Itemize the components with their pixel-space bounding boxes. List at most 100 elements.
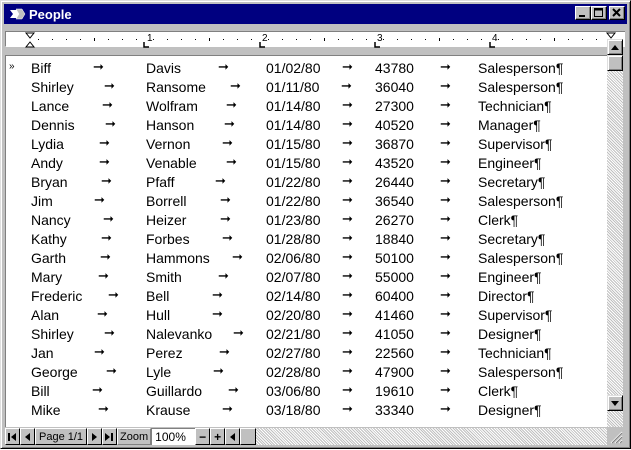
tab-arrow-icon: ➞ <box>342 173 353 188</box>
last-name-cell: Pfaff <box>146 174 175 190</box>
tab-arrow-icon: ➞ <box>342 154 353 169</box>
table-row[interactable]: Shirley ➞ Nalevanko ➞ 02/21/80 ➞ 41050 ➞ Designe… <box>6 325 606 344</box>
table-row[interactable]: Shirley ➞ Ransome ➞ 01/11/80 ➞ 36040 ➞ Salespers… <box>6 78 606 97</box>
first-name-cell: Mary <box>31 269 63 285</box>
tab-arrow-icon: ➞ <box>440 363 451 378</box>
app-icon <box>8 6 26 22</box>
tab-arrow-icon: ➞ <box>93 59 104 74</box>
scroll-left-button[interactable] <box>225 428 241 445</box>
job-title-cell: Clerk¶ <box>478 212 519 228</box>
zoom-out-button[interactable]: − <box>195 428 211 445</box>
vertical-scrollbar[interactable] <box>607 39 623 427</box>
last-page-button[interactable] <box>102 428 118 445</box>
tab-arrow-icon: ➞ <box>230 78 241 93</box>
table-row[interactable]: Nancy ➞ Heizer ➞ 01/23/80 ➞ 26270 ➞ Clerk¶ <box>6 211 606 230</box>
first-name-cell: Jan <box>31 345 54 361</box>
tab-arrow-icon: ➞ <box>440 249 451 264</box>
tab-arrow-icon: ➞ <box>440 154 451 169</box>
horizontal-scrollbar[interactable] <box>240 428 608 445</box>
tab-arrow-icon: ➞ <box>108 287 119 302</box>
last-page-icon <box>105 432 114 441</box>
table-row[interactable]: Andy ➞ Venable ➞ 01/15/80 ➞ 43520 ➞ Engineer¶ <box>6 154 606 173</box>
ruler-number-4: 4 <box>492 33 498 44</box>
last-name-cell: Heizer <box>146 212 187 228</box>
zoom-in-button[interactable]: + <box>210 428 226 445</box>
title-bar[interactable]: People <box>4 4 627 24</box>
table-row[interactable]: Lance ➞ Wolfram ➞ 01/14/80 ➞ 27300 ➞ Technician¶ <box>6 97 606 116</box>
horizontal-scroll-thumb[interactable] <box>240 428 257 445</box>
first-name-cell: Shirley <box>31 79 74 95</box>
table-row[interactable]: Dennis ➞ Hanson ➞ 01/14/80 ➞ 40520 ➞ Manager¶ <box>6 116 606 135</box>
tab-arrow-icon: ➞ <box>212 287 223 302</box>
tab-arrow-icon: ➞ <box>224 116 235 131</box>
salary-cell: 33340 <box>375 402 414 418</box>
row-marker: » <box>9 61 15 72</box>
maximize-button[interactable] <box>591 6 607 20</box>
tab-arrow-icon: ➞ <box>226 154 237 169</box>
table-row[interactable]: Mike ➞ Krause ➞ 03/18/80 ➞ 33340 ➞ Designer¶ <box>6 401 606 420</box>
table-row[interactable]: Jan ➞ Perez ➞ 02/27/80 ➞ 22560 ➞ Technician¶ <box>6 344 606 363</box>
people-window: People 1 2 3 4 » Biff ➞ Davis ➞ 01/02/80… <box>0 0 631 449</box>
tab-arrow-icon: ➞ <box>220 192 231 207</box>
zoom-out-label: − <box>199 429 207 444</box>
tab-arrow-icon: ➞ <box>213 363 224 378</box>
table-row[interactable]: Jim ➞ Borrell ➞ 01/22/80 ➞ 36540 ➞ Salesperson¶ <box>6 192 606 211</box>
tab-arrow-icon: ➞ <box>218 59 229 74</box>
tab-arrow-icon: ➞ <box>222 135 233 150</box>
first-page-button[interactable] <box>5 428 20 445</box>
job-title-cell: Technician¶ <box>478 98 552 114</box>
tab-arrow-icon: ➞ <box>101 230 112 245</box>
last-name-cell: Vernon <box>146 136 191 152</box>
job-title-cell: Engineer¶ <box>478 155 542 171</box>
zoom-input[interactable]: 100% <box>151 428 196 445</box>
ruler[interactable]: 1 2 3 4 <box>5 31 625 48</box>
tab-arrow-icon: ➞ <box>104 78 115 93</box>
table-row[interactable]: Garth ➞ Hammons ➞ 02/06/80 ➞ 50100 ➞ Salesperson… <box>6 249 606 268</box>
last-name-cell: Venable <box>146 155 197 171</box>
table-row[interactable]: Bill ➞ Guillardo ➞ 03/06/80 ➞ 19610 ➞ Clerk¶ <box>6 382 606 401</box>
tab-arrow-icon: ➞ <box>103 211 114 226</box>
table-row[interactable]: Alan ➞ Hull ➞ 02/20/80 ➞ 41460 ➞ Supervisor¶ <box>6 306 606 325</box>
last-name-cell: Nalevanko <box>146 326 213 342</box>
job-title-cell: Director¶ <box>478 288 535 304</box>
first-name-cell: Alan <box>31 307 60 323</box>
document-area[interactable]: » Biff ➞ Davis ➞ 01/02/80 ➞ 43780 ➞ Salesperson¶ S… <box>5 55 607 427</box>
tab-arrow-icon: ➞ <box>101 173 112 188</box>
scroll-up-button[interactable] <box>607 39 623 55</box>
vertical-scroll-thumb[interactable] <box>607 55 623 71</box>
first-page-icon <box>8 432 16 441</box>
tab-arrow-icon: ➞ <box>233 325 244 340</box>
job-title-cell: Technician¶ <box>478 345 552 361</box>
minimize-button[interactable] <box>575 6 591 20</box>
table-row[interactable]: » Biff ➞ Davis ➞ 01/02/80 ➞ 43780 ➞ Salesperson¶ <box>6 59 606 78</box>
ruler-number-1: 1 <box>147 33 153 44</box>
scroll-down-button[interactable] <box>607 395 623 411</box>
tab-arrow-icon: ➞ <box>440 135 451 150</box>
table-row[interactable]: Bryan ➞ Pfaff ➞ 01/22/80 ➞ 26440 ➞ Secretary¶ <box>6 173 606 192</box>
table-row[interactable]: Frederic ➞ Bell ➞ 02/14/80 ➞ 60400 ➞ Director¶ <box>6 287 606 306</box>
last-name-cell: Forbes <box>146 231 190 247</box>
salary-cell: 47900 <box>375 364 414 380</box>
tab-arrow-icon: ➞ <box>342 249 353 264</box>
tab-arrow-icon: ➞ <box>226 97 237 112</box>
table-row[interactable]: George ➞ Lyle ➞ 02/28/80 ➞ 47900 ➞ Salesperson¶ <box>6 363 606 382</box>
job-title-cell: Salesperson¶ <box>478 250 564 266</box>
ruler-number-3: 3 <box>377 33 383 44</box>
salary-cell: 43780 <box>375 60 414 76</box>
table-row[interactable]: Mary ➞ Smith ➞ 02/07/80 ➞ 55000 ➞ Engineer¶ <box>6 268 606 287</box>
tab-arrow-icon: ➞ <box>99 135 110 150</box>
hire-date-cell: 02/14/80 <box>266 288 321 304</box>
table-row[interactable]: Lydia ➞ Vernon ➞ 01/15/80 ➞ 36870 ➞ Supervisor¶ <box>6 135 606 154</box>
hire-date-cell: 01/11/80 <box>266 79 320 95</box>
close-button[interactable] <box>609 6 625 20</box>
table-row[interactable]: Kathy ➞ Forbes ➞ 01/28/80 ➞ 18840 ➞ Secretary¶ <box>6 230 606 249</box>
next-page-button[interactable] <box>87 428 103 445</box>
first-name-cell: Dennis <box>31 117 75 133</box>
tab-arrow-icon: ➞ <box>105 116 116 131</box>
first-name-cell: Kathy <box>31 231 67 247</box>
hire-date-cell: 01/22/80 <box>266 193 321 209</box>
last-name-cell: Hammons <box>146 250 210 266</box>
resize-grip[interactable] <box>607 428 623 445</box>
previous-page-button[interactable] <box>20 428 35 445</box>
first-name-cell: Bill <box>31 383 50 399</box>
